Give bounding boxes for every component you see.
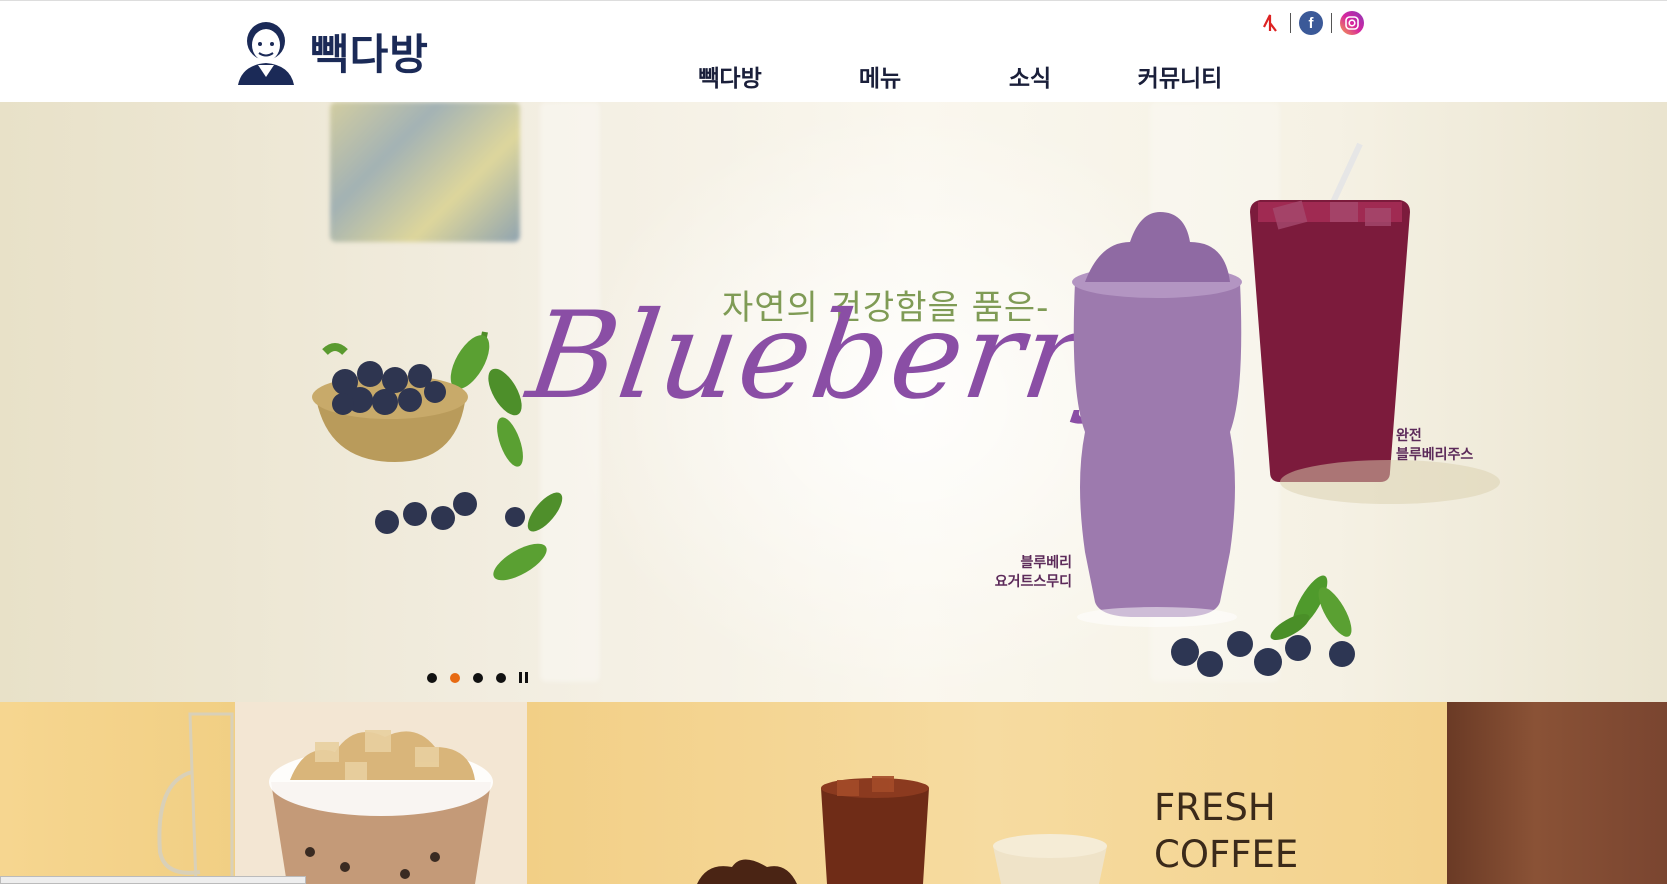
promo-line: FRESH bbox=[1154, 786, 1276, 829]
product-label-line: 블루베리 bbox=[1020, 555, 1072, 571]
site-header: 빽다방 f 빽다방 메뉴 소식 커뮤니티 bbox=[0, 0, 1667, 102]
promo-tile-2[interactable] bbox=[235, 702, 527, 884]
promo-headline: FRESH COFFEE bbox=[1154, 784, 1298, 878]
main-nav: 빽다방 메뉴 소식 커뮤니티 bbox=[655, 59, 1255, 93]
glass-mug-image bbox=[157, 712, 234, 884]
slider-pagination bbox=[427, 672, 528, 683]
fresh-coffee-image bbox=[697, 776, 1107, 884]
slide-dot-1[interactable] bbox=[427, 672, 437, 683]
promo-tile-3[interactable]: FRESH COFFEE bbox=[527, 702, 1447, 884]
hero-banner: 자연의 건강함을 품은- Blueberry 완전 블루베리주스 블루베리 요거… bbox=[0, 102, 1667, 702]
iced-milk-tea-image bbox=[269, 730, 493, 884]
brand-logo[interactable]: 빽다방 bbox=[232, 17, 429, 85]
product-label-line: 블루베리주스 bbox=[1396, 447, 1474, 463]
nav-item-brand[interactable]: 빽다방 bbox=[655, 59, 805, 93]
browser-status-bar bbox=[0, 876, 306, 884]
nav-item-menu[interactable]: 메뉴 bbox=[805, 59, 955, 93]
blueberry-drinks-image bbox=[1072, 142, 1500, 677]
divider bbox=[1290, 13, 1291, 33]
promo-tile-1[interactable] bbox=[0, 702, 235, 884]
slide-dot-2[interactable] bbox=[450, 672, 460, 683]
logo-icon[interactable] bbox=[1258, 11, 1282, 35]
pause-icon[interactable] bbox=[519, 672, 528, 683]
founder-portrait-icon bbox=[238, 22, 294, 85]
product-label-juice: 완전 블루베리주스 bbox=[1396, 427, 1473, 465]
promo-tiles: FRESH COFFEE bbox=[0, 702, 1667, 884]
product-label-smoothie: 블루베리 요거트스무디 bbox=[968, 554, 1072, 592]
product-label-line: 요거트스무디 bbox=[994, 574, 1072, 590]
brand-name: 빽다방 bbox=[310, 29, 429, 79]
window-art bbox=[330, 102, 520, 242]
promo-line: COFFEE bbox=[1154, 833, 1299, 876]
promo-tile-4[interactable] bbox=[1447, 702, 1667, 884]
instagram-icon[interactable] bbox=[1340, 11, 1364, 35]
slide-dot-4[interactable] bbox=[496, 672, 506, 683]
nav-item-community[interactable]: 커뮤니티 bbox=[1105, 59, 1255, 93]
divider bbox=[1331, 13, 1332, 33]
product-label-line: 완전 bbox=[1396, 428, 1422, 444]
nav-item-news[interactable]: 소식 bbox=[955, 59, 1105, 93]
slide-dot-3[interactable] bbox=[473, 672, 483, 683]
facebook-icon[interactable]: f bbox=[1299, 11, 1323, 35]
social-links: f bbox=[1258, 11, 1364, 35]
